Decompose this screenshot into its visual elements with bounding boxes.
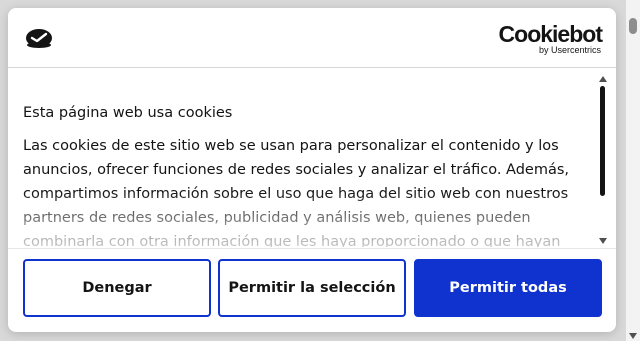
consent-title: Esta página web usa cookies xyxy=(23,105,233,121)
scroll-down-arrow-icon[interactable] xyxy=(599,238,607,244)
consent-buttons: Denegar Permitir la selección Permitir t… xyxy=(23,259,603,317)
buttons-divider xyxy=(8,248,616,249)
content-scrollbar[interactable] xyxy=(598,76,608,244)
deny-button[interactable]: Denegar xyxy=(23,259,211,317)
cookie-consent-dialog: Cookiebot by Usercentrics Esta página we… xyxy=(8,8,616,332)
consent-content[interactable]: Esta página web usa cookies Las cookies … xyxy=(8,69,616,247)
allow-all-button[interactable]: Permitir todas xyxy=(414,259,602,317)
page-scrollbar[interactable] xyxy=(626,0,640,341)
allow-selection-button[interactable]: Permitir la selección xyxy=(218,259,406,317)
page-scroll-down-icon[interactable] xyxy=(629,333,637,339)
cookiebot-logo-word: Cookiebot xyxy=(498,21,603,47)
scroll-up-arrow-icon[interactable] xyxy=(599,76,607,82)
page-scroll-thumb[interactable] xyxy=(629,18,637,34)
consent-description: Las cookies de este sitio web se usan pa… xyxy=(23,138,570,247)
cookiebot-logo[interactable]: Cookiebot by Usercentrics xyxy=(498,21,603,56)
dialog-header: Cookiebot by Usercentrics xyxy=(8,8,616,68)
cookie-brand-icon xyxy=(26,29,52,48)
content-scroll-thumb[interactable] xyxy=(600,86,605,196)
